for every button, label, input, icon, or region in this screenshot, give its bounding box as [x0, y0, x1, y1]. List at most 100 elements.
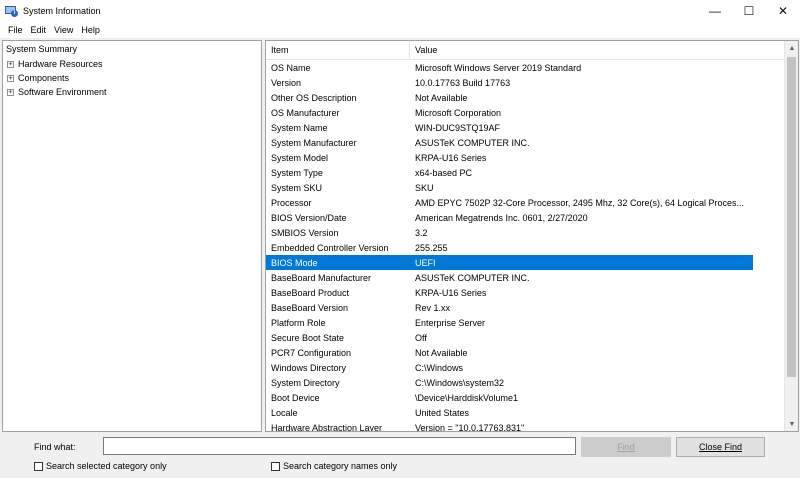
- row-value: KRPA-U16 Series: [415, 287, 487, 298]
- menu-edit[interactable]: Edit: [27, 25, 51, 35]
- find-button[interactable]: Find: [581, 437, 671, 457]
- row-value: UEFI: [415, 257, 436, 268]
- table-row[interactable]: Boot Device \Device\HarddiskVolume1: [266, 390, 753, 405]
- search-selected-checkbox[interactable]: Search selected category only: [34, 461, 167, 471]
- menu-view[interactable]: View: [50, 25, 77, 35]
- row-value: KRPA-U16 Series: [415, 152, 487, 163]
- row-item: OS Name: [271, 62, 311, 73]
- scroll-up-icon[interactable]: ▲: [785, 41, 798, 55]
- row-item: BIOS Version/Date: [271, 212, 347, 223]
- row-item: Other OS Description: [271, 92, 357, 103]
- row-item: System Model: [271, 152, 329, 163]
- plus-box-icon[interactable]: +: [7, 74, 14, 82]
- row-item: BIOS Mode: [271, 257, 318, 268]
- table-row[interactable]: System Name WIN-DUC9STQ19AF: [266, 120, 753, 135]
- table-row[interactable]: BIOS Mode UEFI: [266, 255, 753, 270]
- row-item: System Name: [271, 122, 328, 133]
- table-row[interactable]: System Directory C:\Windows\system32: [266, 375, 753, 390]
- system-information-icon: i: [5, 5, 18, 17]
- details-list: Item Value OS Name Microsoft Windows Serv…: [265, 40, 799, 432]
- window-title: System Information: [23, 6, 101, 16]
- row-item: OS Manufacturer: [271, 107, 340, 118]
- list-body: OS Name Microsoft Windows Server 2019 Sta…: [266, 60, 786, 432]
- table-row[interactable]: OS Manufacturer Microsoft Corporation: [266, 105, 753, 120]
- menu-help[interactable]: Help: [77, 25, 104, 35]
- table-row[interactable]: BIOS Version/Date American Megatrends Inc…: [266, 210, 753, 225]
- tree-item-label: Software Environment: [18, 87, 107, 97]
- row-item: Windows Directory: [271, 362, 347, 373]
- row-item: Locale: [271, 407, 298, 418]
- close-find-button[interactable]: Close Find: [676, 437, 765, 457]
- plus-box-icon[interactable]: +: [7, 88, 14, 96]
- title-bar: i System Information — ☐ ✕: [0, 0, 800, 22]
- table-row[interactable]: PCR7 Configuration Not Available: [266, 345, 753, 360]
- tree-item-label: Hardware Resources: [18, 59, 103, 69]
- menu-bar: File Edit View Help: [0, 22, 800, 38]
- table-row[interactable]: BaseBoard Manufacturer ASUSTeK COMPUTER I…: [266, 270, 753, 285]
- find-what-label: Find what:: [34, 442, 76, 452]
- row-value: Not Available: [415, 347, 468, 358]
- scroll-down-icon[interactable]: ▼: [785, 417, 798, 431]
- find-button-label: Find: [617, 442, 635, 452]
- row-value: 10.0.17763 Build 17763: [415, 77, 511, 88]
- row-item: System SKU: [271, 182, 323, 193]
- checkbox-box[interactable]: [271, 461, 280, 471]
- table-row[interactable]: Secure Boot State Off: [266, 330, 753, 345]
- table-row[interactable]: SMBIOS Version 3.2: [266, 225, 753, 240]
- tree-item-system-summary[interactable]: System Summary: [6, 44, 77, 54]
- checkbox-box[interactable]: [34, 461, 43, 471]
- row-value: 255.255: [415, 242, 448, 253]
- menu-file[interactable]: File: [4, 25, 27, 35]
- vertical-scrollbar[interactable]: ▲ ▼: [784, 41, 798, 431]
- table-row[interactable]: Processor AMD EPYC 7502P 32-Core Processo…: [266, 195, 753, 210]
- search-names-checkbox[interactable]: Search category names only: [271, 461, 397, 471]
- table-row[interactable]: BaseBoard Product KRPA-U16 Series: [266, 285, 753, 300]
- table-row[interactable]: Windows Directory C:\Windows: [266, 360, 753, 375]
- table-row[interactable]: BaseBoard Version Rev 1.xx: [266, 300, 753, 315]
- tree-item-software-environment[interactable]: + Software Environment: [7, 87, 107, 97]
- row-item: System Type: [271, 167, 323, 178]
- row-item: Processor: [271, 197, 312, 208]
- search-names-label: Search category names only: [283, 461, 398, 471]
- column-header-item[interactable]: Item: [266, 41, 410, 60]
- table-row[interactable]: System SKU SKU: [266, 180, 753, 195]
- row-item: System Manufacturer: [271, 137, 357, 148]
- list-header: Item Value: [266, 41, 786, 60]
- row-value: SKU: [415, 182, 434, 193]
- maximize-button[interactable]: ☐: [732, 0, 766, 22]
- tree-item-hardware-resources[interactable]: + Hardware Resources: [7, 59, 103, 69]
- row-value: Enterprise Server: [415, 317, 486, 328]
- scroll-thumb[interactable]: [787, 57, 796, 377]
- table-row[interactable]: OS Name Microsoft Windows Server 2019 Sta…: [266, 60, 753, 75]
- column-header-value[interactable]: Value: [410, 41, 786, 60]
- find-bar: Find what: Find Close Find Search select…: [0, 432, 800, 478]
- search-selected-label: Search selected category only: [46, 461, 167, 471]
- minimize-button[interactable]: —: [698, 0, 732, 22]
- row-item: Embedded Controller Version: [271, 242, 389, 253]
- table-row[interactable]: Hardware Abstraction Layer Version = "10.…: [266, 420, 753, 432]
- row-item: BaseBoard Manufacturer: [271, 272, 372, 283]
- row-value: x64-based PC: [415, 167, 473, 178]
- close-find-button-label: Close Find: [698, 442, 743, 452]
- row-value: ASUSTeK COMPUTER INC.: [415, 272, 530, 283]
- table-row[interactable]: System Manufacturer ASUSTeK COMPUTER INC.: [266, 135, 753, 150]
- row-value: WIN-DUC9STQ19AF: [415, 122, 501, 133]
- table-row[interactable]: Platform Role Enterprise Server: [266, 315, 753, 330]
- table-row[interactable]: System Model KRPA-U16 Series: [266, 150, 753, 165]
- row-value: Version = "10.0.17763.831": [415, 422, 525, 432]
- table-row[interactable]: Embedded Controller Version 255.255: [266, 240, 753, 255]
- row-value: American Megatrends Inc. 0601, 2/27/2020: [415, 212, 588, 223]
- row-value: Off: [415, 332, 427, 343]
- plus-box-icon[interactable]: +: [7, 60, 14, 68]
- table-row[interactable]: System Type x64-based PC: [266, 165, 753, 180]
- row-item: BaseBoard Product: [271, 287, 350, 298]
- table-row[interactable]: Version 10.0.17763 Build 17763: [266, 75, 753, 90]
- table-row[interactable]: Locale United States: [266, 405, 753, 420]
- table-row[interactable]: Other OS Description Not Available: [266, 90, 753, 105]
- close-button[interactable]: ✕: [766, 0, 800, 22]
- row-item: Version: [271, 77, 302, 88]
- row-item: Boot Device: [271, 392, 320, 403]
- row-item: System Directory: [271, 377, 340, 388]
- tree-item-components[interactable]: + Components: [7, 73, 69, 83]
- find-input[interactable]: [103, 437, 576, 455]
